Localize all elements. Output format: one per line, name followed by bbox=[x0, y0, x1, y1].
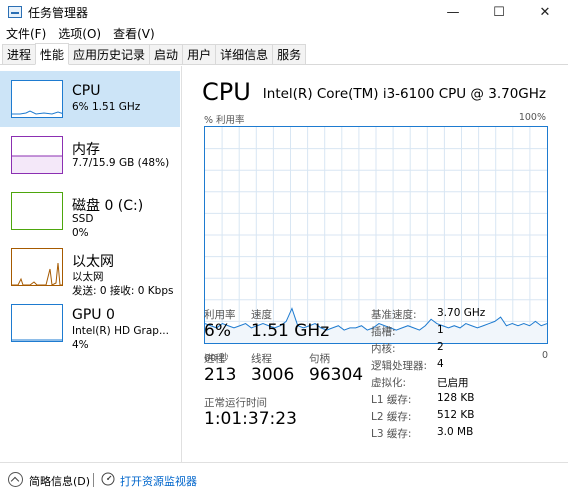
fewer-details-button[interactable]: 简略信息(D) bbox=[29, 473, 90, 489]
spec-base-speed-value: 3.70 GHz bbox=[437, 307, 486, 319]
speed-label: 速度 bbox=[251, 309, 272, 321]
spec-virtualization-label: 虚拟化: bbox=[371, 377, 407, 389]
window-title: 任务管理器 bbox=[28, 5, 89, 20]
minimize-button[interactable]: — bbox=[430, 0, 476, 24]
gpu-thumbnail-graph bbox=[11, 304, 63, 342]
sidebar-item-detail: 7.7/15.9 GB (48%) bbox=[72, 157, 170, 169]
sidebar-item-label: 磁盘 0 (C:) bbox=[72, 198, 144, 214]
sidebar-item-label: 以太网 bbox=[72, 254, 114, 270]
spec-cores-value: 2 bbox=[437, 341, 444, 353]
tab-processes[interactable]: 进程 bbox=[2, 44, 37, 64]
ethernet-thumbnail-graph bbox=[11, 248, 63, 286]
sidebar-item-detail: 6% 1.51 GHz bbox=[72, 101, 141, 113]
spec-logical-processors-value: 4 bbox=[437, 358, 444, 370]
cpu-detail-panel: CPU Intel(R) Core(TM) i3-6100 CPU @ 3.70… bbox=[183, 66, 568, 462]
sidebar-item-detail: 以太网 bbox=[72, 271, 104, 283]
menu-bar: 文件(F) 选项(O) 查看(V) bbox=[0, 24, 568, 42]
sidebar-item-detail: SSD bbox=[72, 213, 94, 225]
graph-axis-label: % 利用率 bbox=[204, 115, 245, 126]
spec-l1-cache-label: L1 缓存: bbox=[371, 394, 412, 406]
footer-divider bbox=[93, 473, 94, 487]
memory-thumbnail-graph bbox=[11, 136, 63, 174]
sidebar-item-ethernet[interactable]: 以太网 以太网 发送: 0 接收: 0 Kbps bbox=[0, 239, 180, 297]
processes-label: 进程 bbox=[204, 353, 225, 365]
tab-app-history[interactable]: 应用历史记录 bbox=[68, 44, 151, 64]
uptime-label: 正常运行时间 bbox=[204, 397, 267, 409]
sidebar-item-memory[interactable]: 内存 7.7/15.9 GB (48%) bbox=[0, 127, 180, 183]
processes-value: 213 bbox=[204, 365, 237, 385]
sidebar-item-detail: 4% bbox=[72, 339, 89, 351]
spec-cores-label: 内核: bbox=[371, 343, 396, 355]
disk-thumbnail-graph bbox=[11, 192, 63, 230]
tab-details[interactable]: 详细信息 bbox=[215, 44, 274, 64]
spec-l3-cache-value: 3.0 MB bbox=[437, 426, 474, 438]
sidebar-item-detail: 0% bbox=[72, 227, 89, 239]
sidebar-item-gpu[interactable]: GPU 0 Intel(R) HD Grap... 4% bbox=[0, 295, 180, 351]
threads-label: 线程 bbox=[251, 353, 272, 365]
speed-value: 1.51 GHz bbox=[251, 321, 330, 341]
sidebar-item-disk[interactable]: 磁盘 0 (C:) SSD 0% bbox=[0, 183, 180, 239]
sidebar-item-cpu[interactable]: CPU 6% 1.51 GHz bbox=[0, 71, 180, 127]
menu-view[interactable]: 查看(V) bbox=[113, 25, 155, 42]
sidebar-item-label: CPU bbox=[72, 83, 101, 99]
sidebar-item-detail: Intel(R) HD Grap... bbox=[72, 325, 169, 337]
close-button[interactable]: ✕ bbox=[522, 0, 568, 24]
task-manager-app-icon bbox=[8, 6, 22, 18]
window-controls: — ☐ ✕ bbox=[430, 0, 568, 24]
tab-users[interactable]: 用户 bbox=[182, 44, 217, 64]
spec-base-speed-label: 基准速度: bbox=[371, 309, 417, 321]
title-bar: 任务管理器 — ☐ ✕ bbox=[0, 0, 568, 24]
sidebar-item-label: 内存 bbox=[72, 142, 100, 158]
uptime-value: 1:01:37:23 bbox=[204, 409, 297, 429]
footer-bar: 简略信息(D) 打开资源监视器 bbox=[0, 462, 568, 500]
tab-performance[interactable]: 性能 bbox=[35, 43, 70, 65]
spec-l1-cache-value: 128 KB bbox=[437, 392, 475, 404]
handles-label: 句柄 bbox=[309, 353, 330, 365]
utilization-value: 6% bbox=[204, 321, 231, 341]
spec-l2-cache-label: L2 缓存: bbox=[371, 411, 412, 423]
graph-axis-max: 100% bbox=[518, 112, 546, 123]
spec-l2-cache-value: 512 KB bbox=[437, 409, 475, 421]
menu-file[interactable]: 文件(F) bbox=[6, 25, 46, 42]
resource-sidebar: CPU 6% 1.51 GHz 内存 7.7/15.9 GB (48%) 磁盘 … bbox=[0, 66, 182, 462]
spec-virtualization-value: 已启用 bbox=[437, 377, 469, 389]
maximize-button[interactable]: ☐ bbox=[476, 0, 522, 24]
page-title: CPU bbox=[202, 78, 251, 106]
tab-startup[interactable]: 启动 bbox=[149, 44, 184, 64]
utilization-label: 利用率 bbox=[204, 309, 236, 321]
spec-sockets-value: 1 bbox=[437, 324, 444, 336]
tab-services[interactable]: 服务 bbox=[272, 44, 307, 64]
spec-l3-cache-label: L3 缓存: bbox=[371, 428, 412, 440]
graph-time-zero: 0 bbox=[541, 350, 548, 361]
handles-value: 96304 bbox=[309, 365, 364, 385]
chevron-up-icon[interactable] bbox=[8, 472, 23, 487]
open-resource-monitor-link[interactable]: 打开资源监视器 bbox=[120, 473, 197, 489]
menu-options[interactable]: 选项(O) bbox=[58, 25, 101, 42]
cpu-thumbnail-graph bbox=[11, 80, 63, 118]
cpu-model-name: Intel(R) Core(TM) i3-6100 CPU @ 3.70GHz bbox=[262, 86, 546, 102]
resource-monitor-icon bbox=[101, 472, 115, 486]
spec-sockets-label: 插槽: bbox=[371, 326, 396, 338]
spec-logical-processors-label: 逻辑处理器: bbox=[371, 360, 428, 372]
sidebar-item-label: GPU 0 bbox=[72, 307, 115, 323]
threads-value: 3006 bbox=[251, 365, 295, 385]
tab-bar: 进程 性能 应用历史记录 启动 用户 详细信息 服务 bbox=[0, 43, 568, 65]
